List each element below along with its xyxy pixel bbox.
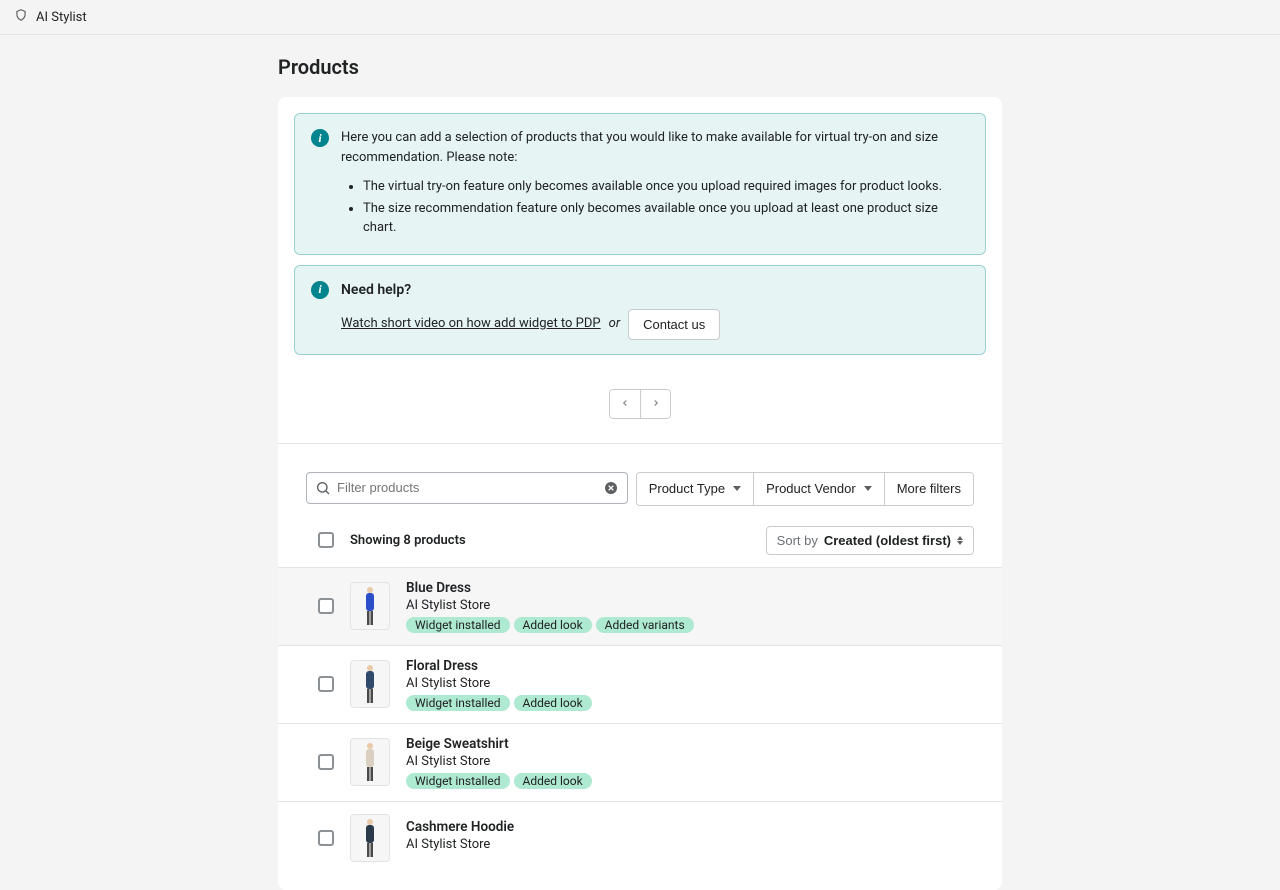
product-row-body: Floral Dress AI Stylist Store Widget insta… bbox=[406, 658, 974, 711]
caret-down-icon bbox=[733, 486, 741, 491]
product-list: Blue Dress AI Stylist Store Widget install… bbox=[278, 567, 1002, 874]
row-checkbox[interactable] bbox=[318, 830, 334, 846]
product-thumbnail bbox=[350, 738, 390, 786]
search-input[interactable] bbox=[331, 480, 603, 495]
product-vendor: AI Stylist Store bbox=[406, 837, 974, 852]
search-icon bbox=[315, 480, 331, 496]
product-row[interactable]: Beige Sweatshirt AI Stylist Store Widget i… bbox=[278, 723, 1002, 801]
product-badges: Widget installedAdded look bbox=[406, 695, 974, 711]
topbar: AI Stylist bbox=[0, 0, 1280, 35]
info-bullet: The size recommendation feature only bec… bbox=[363, 199, 969, 238]
status-badge: Added variants bbox=[596, 617, 694, 633]
status-badge: Added look bbox=[514, 773, 592, 789]
status-badge: Widget installed bbox=[406, 773, 510, 789]
clear-search-icon[interactable] bbox=[603, 480, 619, 496]
status-badge: Added look bbox=[514, 617, 592, 633]
chevron-left-icon bbox=[620, 396, 630, 411]
product-vendor-filter[interactable]: Product Vendor bbox=[753, 473, 884, 505]
product-row-body: Blue Dress AI Stylist Store Widget install… bbox=[406, 580, 974, 633]
more-filters-button[interactable]: More filters bbox=[884, 473, 973, 505]
showing-count: Showing 8 products bbox=[350, 533, 466, 548]
product-row[interactable]: Floral Dress AI Stylist Store Widget insta… bbox=[278, 645, 1002, 723]
filter-bar: Product Type Product Vendor More filters bbox=[294, 444, 986, 518]
help-title: Need help? bbox=[341, 280, 969, 301]
product-thumbnail bbox=[350, 814, 390, 862]
product-vendor-label: Product Vendor bbox=[766, 481, 856, 496]
product-vendor: AI Stylist Store bbox=[406, 676, 974, 691]
chevron-right-icon bbox=[651, 396, 661, 411]
product-vendor: AI Stylist Store bbox=[406, 598, 974, 613]
app-shield-icon bbox=[14, 8, 28, 26]
status-badge: Widget installed bbox=[406, 695, 510, 711]
product-type-label: Product Type bbox=[649, 481, 725, 496]
product-row[interactable]: Blue Dress AI Stylist Store Widget install… bbox=[278, 567, 1002, 645]
next-page-button[interactable] bbox=[640, 390, 670, 418]
product-title: Floral Dress bbox=[406, 658, 974, 674]
product-type-filter[interactable]: Product Type bbox=[637, 473, 753, 505]
info-icon: i bbox=[311, 129, 329, 147]
product-title: Cashmere Hoodie bbox=[406, 819, 974, 835]
product-badges: Widget installedAdded lookAdded variants bbox=[406, 617, 974, 633]
status-badge: Widget installed bbox=[406, 617, 510, 633]
search-input-wrap[interactable] bbox=[306, 472, 628, 504]
pagination bbox=[278, 365, 1002, 444]
row-checkbox[interactable] bbox=[318, 676, 334, 692]
product-badges: Widget installedAdded look bbox=[406, 773, 974, 789]
page-title: Products bbox=[278, 55, 1002, 79]
help-video-link[interactable]: Watch short video on how add widget to P… bbox=[341, 314, 601, 334]
select-all-checkbox[interactable] bbox=[318, 532, 334, 548]
product-row-body: Cashmere Hoodie AI Stylist Store bbox=[406, 819, 974, 856]
row-checkbox[interactable] bbox=[318, 754, 334, 770]
info-bullet: The virtual try-on feature only becomes … bbox=[363, 177, 969, 197]
product-title: Blue Dress bbox=[406, 580, 974, 596]
caret-down-icon bbox=[864, 486, 872, 491]
product-vendor: AI Stylist Store bbox=[406, 754, 974, 769]
help-or: or bbox=[609, 314, 620, 334]
list-header: Showing 8 products Sort by Created (olde… bbox=[294, 518, 986, 567]
prev-page-button[interactable] bbox=[610, 390, 640, 418]
contact-us-button[interactable]: Contact us bbox=[628, 309, 720, 340]
status-badge: Added look bbox=[514, 695, 592, 711]
sort-caret-icon bbox=[957, 536, 963, 545]
help-banner: i Need help? Watch short video on how ad… bbox=[294, 265, 986, 355]
product-row-body: Beige Sweatshirt AI Stylist Store Widget i… bbox=[406, 736, 974, 789]
product-thumbnail bbox=[350, 582, 390, 630]
info-banner: i Here you can add a selection of produc… bbox=[294, 113, 986, 255]
sort-prefix: Sort by bbox=[777, 533, 818, 548]
more-filters-label: More filters bbox=[897, 481, 961, 496]
app-title: AI Stylist bbox=[36, 10, 87, 25]
sort-value: Created (oldest first) bbox=[824, 533, 951, 548]
product-title: Beige Sweatshirt bbox=[406, 736, 974, 752]
product-row[interactable]: Cashmere Hoodie AI Stylist Store bbox=[278, 801, 1002, 874]
info-intro: Here you can add a selection of products… bbox=[341, 128, 969, 167]
sort-button[interactable]: Sort by Created (oldest first) bbox=[766, 526, 974, 555]
info-icon: i bbox=[311, 281, 329, 299]
row-checkbox[interactable] bbox=[318, 598, 334, 614]
product-thumbnail bbox=[350, 660, 390, 708]
main-card: i Here you can add a selection of produc… bbox=[278, 97, 1002, 890]
